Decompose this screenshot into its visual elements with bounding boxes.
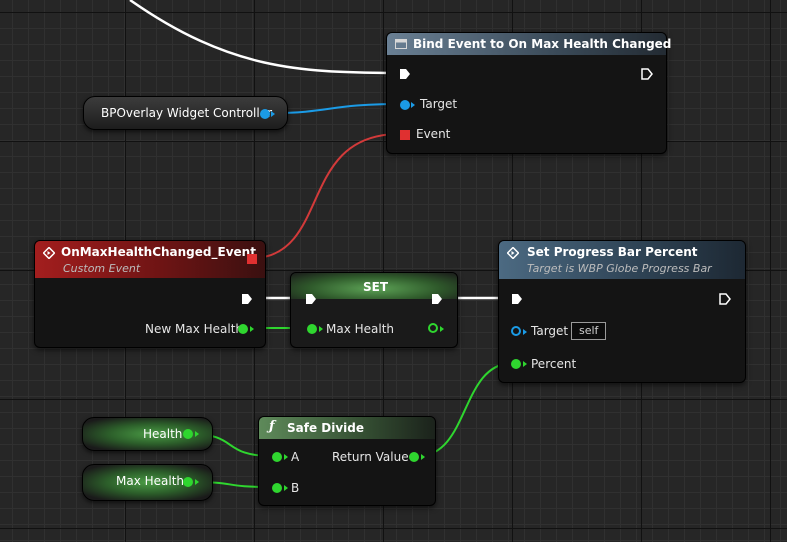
exec-wire-incoming[interactable] [129, 0, 391, 75]
set-node-title: SET [363, 280, 389, 294]
set-progress-bar-subtitle: Target is WBP Globe Progress Bar [527, 262, 712, 275]
new-max-health-pin-arrow [250, 326, 254, 332]
health-output-pin-arrow [195, 431, 199, 437]
function-node-icon [395, 39, 407, 49]
divide-b-pin[interactable] [272, 483, 282, 493]
custom-event-exec-out-pin[interactable] [241, 293, 253, 305]
maxhealth-variable-label: Max Health [116, 474, 185, 488]
bind-target-pin-arrow [411, 102, 415, 108]
controller-output-pin-arrow [271, 111, 275, 117]
progress-exec-out-pin[interactable] [719, 293, 731, 305]
maxhealth-output-pin-arrow [195, 479, 199, 485]
set-max-health-out-pin[interactable] [428, 323, 438, 333]
divide-a-pin[interactable] [272, 452, 282, 462]
function-f-icon: ƒ [269, 419, 275, 434]
safe-divide-title: Safe Divide [287, 421, 365, 435]
set-max-health-in-pin[interactable] [307, 324, 317, 334]
progress-target-label: Target [531, 324, 569, 338]
safe-divide-node[interactable]: ƒ Safe Divide A B Return Value [258, 416, 436, 506]
new-max-health-pin[interactable] [238, 324, 248, 334]
divide-return-pin-arrow [421, 454, 425, 460]
event-diamond-icon [43, 247, 55, 259]
progress-target-self-field[interactable]: self [571, 322, 607, 340]
custom-event-subtitle: Custom Event [63, 262, 141, 275]
controller-variable-node[interactable]: BPOverlay Widget Controller [83, 96, 288, 130]
divide-a-pin-arrow [284, 454, 288, 460]
set-progress-bar-header: Set Progress Bar Percent Target is WBP G… [499, 241, 745, 279]
bind-event-header: Bind Event to On Max Health Changed [387, 33, 671, 55]
bind-exec-in-pin[interactable] [399, 68, 411, 80]
set-progress-bar-node[interactable]: Set Progress Bar Percent Target is WBP G… [498, 240, 746, 383]
event-delegate-wire[interactable] [257, 133, 400, 259]
divide-b-pin-arrow [284, 485, 288, 491]
custom-event-node[interactable]: OnMaxHealthChanged_Event Custom Event Ne… [34, 240, 266, 348]
target-wire[interactable] [271, 103, 400, 114]
controller-variable-label: BPOverlay Widget Controller [101, 106, 273, 120]
progress-diamond-icon [507, 247, 519, 259]
progress-target-pin[interactable] [511, 326, 521, 336]
divide-return-pin[interactable] [409, 452, 419, 462]
progress-percent-pin[interactable] [511, 359, 521, 369]
health-variable-label: Health [143, 427, 183, 441]
custom-event-delegate-pin[interactable] [247, 254, 257, 264]
custom-event-title: OnMaxHealthChanged_Event [61, 245, 256, 259]
bind-target-pin[interactable] [400, 100, 410, 110]
bind-exec-out-pin[interactable] [641, 68, 653, 80]
set-max-health-out-pin-arrow [440, 326, 444, 332]
progress-target-pin-arrow [523, 329, 527, 335]
progress-percent-label: Percent [531, 357, 577, 371]
bind-event-node[interactable]: Bind Event to On Max Health Changed Targ… [386, 32, 671, 154]
bind-event-label: Event [416, 127, 451, 141]
custom-event-header: OnMaxHealthChanged_Event Custom Event [35, 241, 265, 278]
set-node[interactable]: SET Max Health [290, 272, 458, 348]
set-exec-in-pin[interactable] [305, 293, 317, 305]
controller-output-pin[interactable] [260, 109, 270, 119]
maxhealth-output-pin[interactable] [183, 477, 193, 487]
set-max-health-in-pin-arrow [319, 326, 323, 332]
divide-return-label: Return Value [332, 450, 409, 464]
set-max-health-label: Max Health [326, 322, 395, 336]
divide-b-label: B [291, 481, 300, 495]
health-variable-node[interactable]: Health [82, 417, 213, 451]
progress-percent-pin-arrow [523, 361, 527, 367]
new-max-health-label: New Max Health [145, 322, 244, 336]
set-exec-out-pin[interactable] [431, 293, 443, 305]
bind-event-delegate-pin[interactable] [400, 130, 410, 140]
progress-exec-in-pin[interactable] [511, 293, 523, 305]
health-output-pin[interactable] [183, 429, 193, 439]
divide-a-label: A [291, 450, 300, 464]
bind-event-title: Bind Event to On Max Health Changed [413, 37, 672, 51]
safe-divide-header: ƒ Safe Divide [259, 417, 435, 439]
set-progress-bar-title: Set Progress Bar Percent [527, 245, 698, 259]
bind-target-label: Target [420, 97, 458, 111]
maxhealth-variable-node[interactable]: Max Health [82, 464, 213, 501]
